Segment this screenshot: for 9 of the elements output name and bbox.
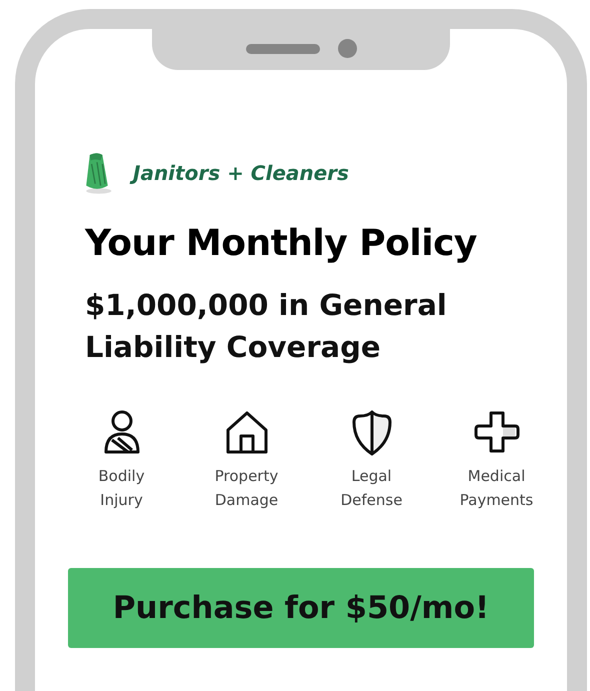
coverage-label: Medical Payments (458, 466, 534, 511)
coverage-label: Bodily Injury (97, 466, 146, 511)
coverage-label: Property Damage (214, 466, 280, 511)
camera-icon (338, 39, 356, 58)
coverage-label: Legal Defense (340, 466, 404, 511)
coverage-subtitle: $1,000,000 in General Liability Coverage (85, 287, 448, 366)
page-title: Your Monthly Policy (85, 223, 478, 264)
speaker-icon (246, 44, 320, 54)
purchase-button[interactable]: Purchase for $50/mo! (68, 568, 534, 648)
